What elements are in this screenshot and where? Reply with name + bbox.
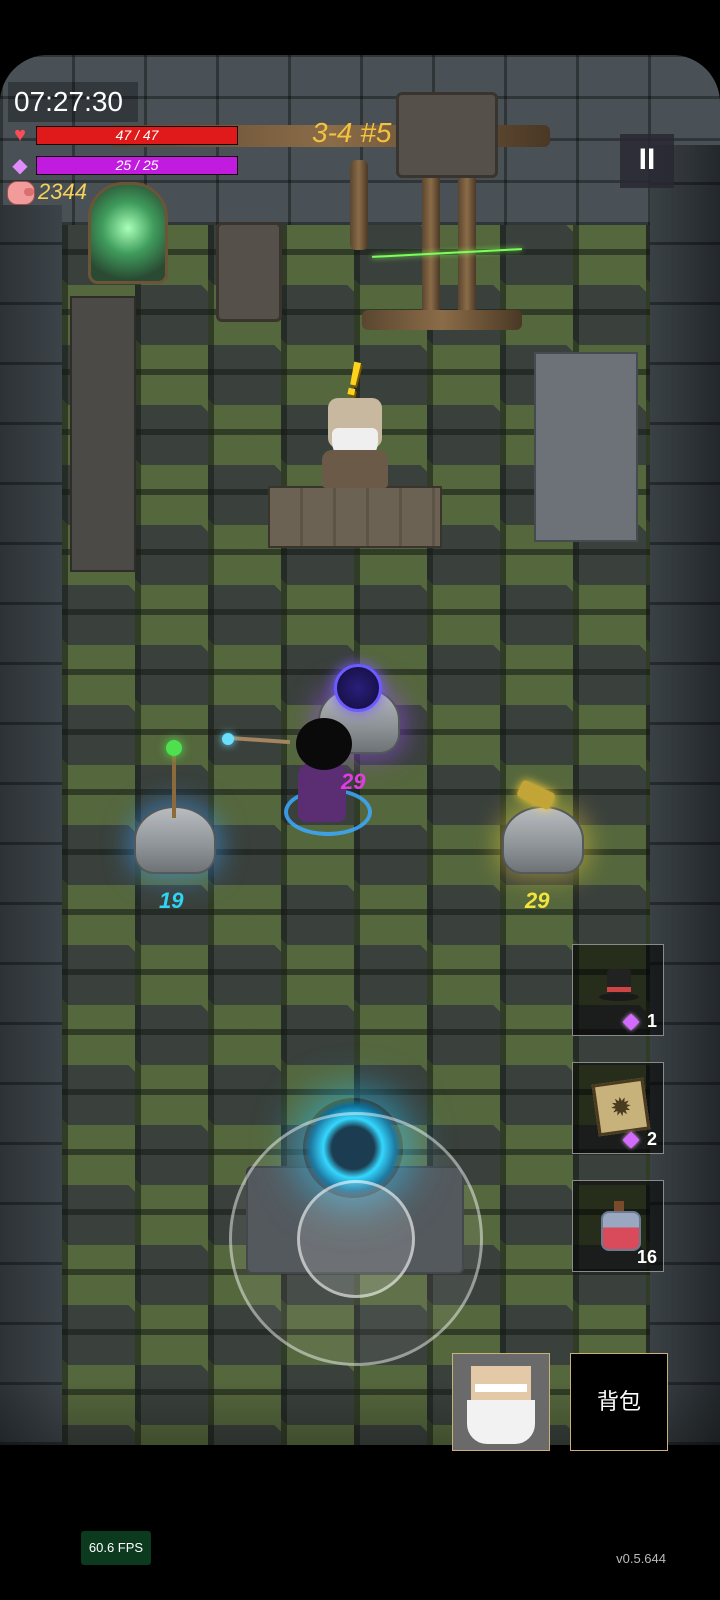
coin-count: 2344 [38,179,87,204]
stage-label: 3-4 #5 [312,117,392,148]
pipe [362,310,522,330]
bookshelf [70,296,136,572]
gem-cost-icon [622,1131,640,1149]
boiler-machine [396,92,498,178]
npc-portrait-button[interactable] [452,1353,550,1451]
top-hat-icon [599,969,639,1005]
left-wall [0,205,62,1445]
fps-counter: 60.6 FPS [81,1531,151,1565]
mp-text: 25 / 25 [115,156,159,173]
pipe [350,160,368,250]
lab-desk [534,352,638,542]
mp-bar: 25 / 25 [36,155,238,175]
clock-text: 07:27:30 [14,86,123,117]
rune-cube-icon: ✹ [591,1077,651,1137]
slot-quantity: 2 [646,1129,657,1149]
pause-button[interactable]: II [620,134,674,188]
price-left: 19 [159,888,184,913]
backpack-button[interactable]: 背包 [570,1353,668,1451]
alchemy-table [268,486,442,548]
hp-text: 47 / 47 [115,126,159,143]
staff-item[interactable] [172,748,176,818]
item-slot-potion[interactable]: 16 [572,1180,664,1272]
joystick-knob[interactable] [297,1180,415,1298]
staff-orb-icon [166,740,182,756]
gem-cost-icon [622,1013,640,1031]
slot-quantity: 1 [646,1011,657,1031]
pig-coin-icon [7,181,35,205]
health-potion-icon [601,1201,641,1251]
gold-pedestal[interactable] [502,806,584,874]
hp-bar-row: ♥ 47 / 47 [8,123,238,147]
hp-bar: 47 / 47 [36,125,238,145]
glowing-jar [88,182,168,284]
mp-bar-row: ◆ 25 / 25 [8,153,238,177]
item-slot-hat[interactable]: 1 [572,944,664,1036]
item-slot-cube[interactable]: ✹ 2 [572,1062,664,1154]
heart-icon: ♥ [14,123,26,146]
slot-quantity: 16 [636,1247,657,1267]
control-machine [216,222,282,322]
old-wizard-npc[interactable] [318,398,392,488]
rune-orb-item[interactable] [334,664,382,712]
version-label: v0.5.644 [616,1551,666,1566]
price-center: 29 [341,769,366,794]
wand-tip-icon [222,733,234,745]
mana-gem-icon: ◆ [12,154,28,177]
price-right: 29 [525,888,550,913]
